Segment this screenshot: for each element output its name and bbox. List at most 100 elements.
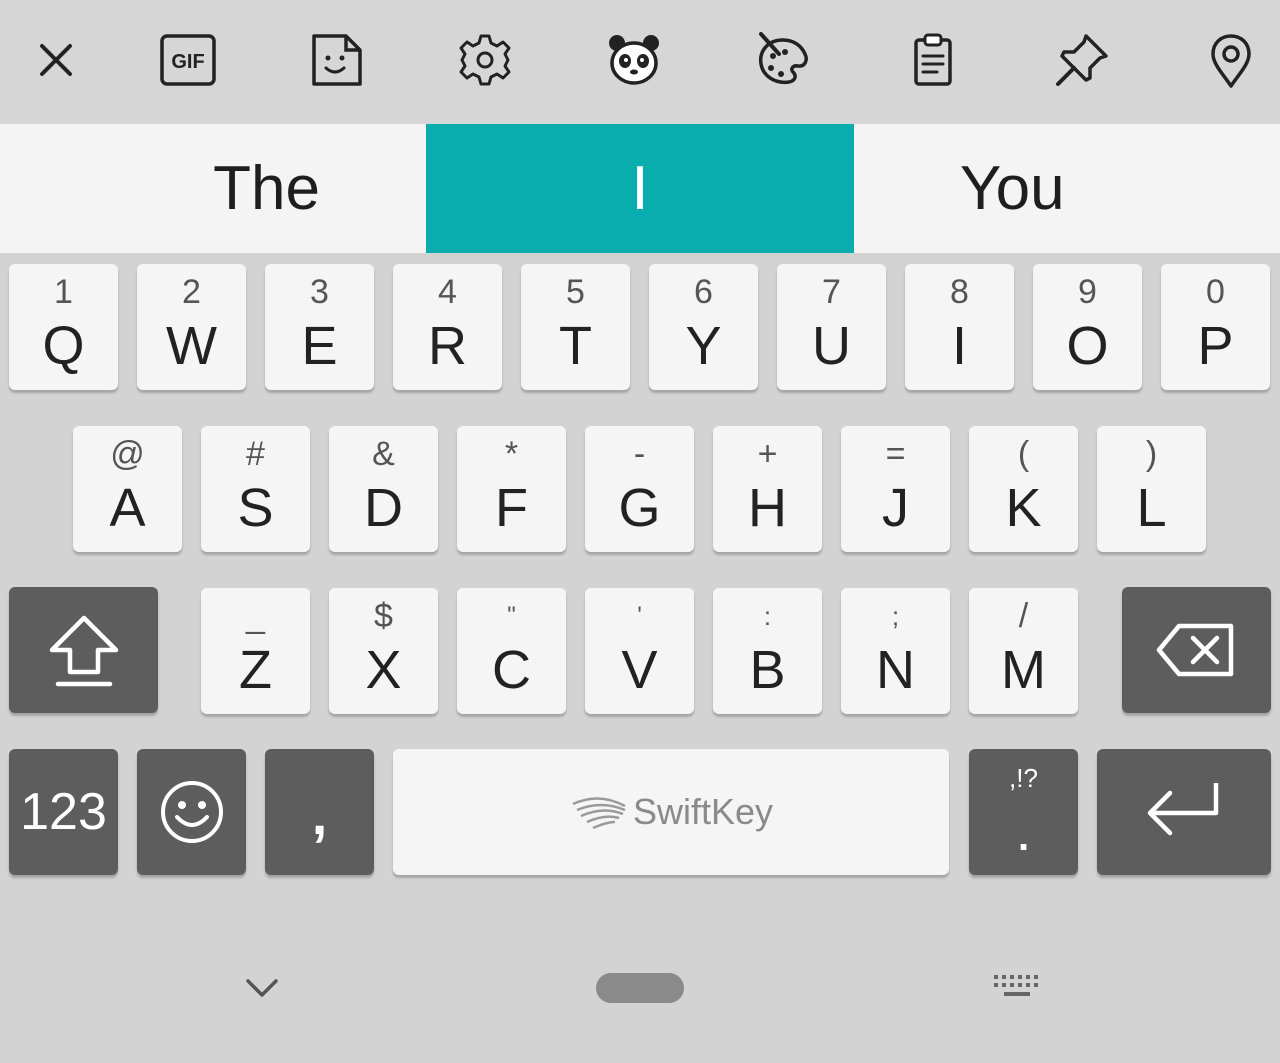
home-pill-button[interactable] — [596, 972, 684, 1004]
chevron-down-icon — [246, 979, 278, 997]
panda-button[interactable] — [596, 22, 672, 98]
key-f[interactable]: * F — [457, 426, 566, 552]
backspace-key[interactable] — [1122, 587, 1271, 713]
key-c[interactable]: " C — [457, 588, 566, 714]
key-w[interactable]: 2W — [137, 264, 246, 390]
settings-gear-icon — [459, 34, 511, 86]
key-label: Q — [42, 316, 85, 376]
shift-icon — [49, 615, 118, 687]
suggestion-center[interactable]: I — [426, 124, 854, 253]
key-v[interactable]: ' V — [585, 588, 694, 714]
punctuation-key[interactable]: ,!? . — [969, 749, 1078, 875]
space-key[interactable]: SwiftKey — [393, 749, 949, 875]
key-j[interactable]: = J — [841, 426, 950, 552]
key-label: T — [559, 316, 592, 376]
panda-icon — [609, 35, 659, 85]
key-q[interactable]: 1Q — [9, 264, 118, 390]
key-label: E — [301, 316, 338, 376]
key-label: D — [364, 478, 403, 538]
key-x[interactable]: $ X — [329, 588, 438, 714]
key-t[interactable]: 5T — [521, 264, 630, 390]
suggestion-right[interactable]: You — [854, 124, 1280, 253]
key-z[interactable]: _ Z — [201, 588, 310, 714]
clipboard-button[interactable] — [895, 22, 971, 98]
key-s[interactable]: # S — [201, 426, 310, 552]
key-h[interactable]: + H — [713, 426, 822, 552]
key-d[interactable]: & D — [329, 426, 438, 552]
key-label: C — [492, 640, 531, 700]
key-hint: + — [757, 435, 778, 473]
settings-button[interactable] — [447, 22, 523, 98]
key-m[interactable]: / M — [969, 588, 1078, 714]
key-label: N — [876, 640, 915, 700]
key-u[interactable]: 7U — [777, 264, 886, 390]
key-l[interactable]: ) L — [1097, 426, 1206, 552]
suggestion-left[interactable]: The — [0, 124, 426, 253]
key-label: A — [109, 478, 146, 538]
keyboard-icon — [994, 975, 1038, 996]
key-r[interactable]: 4R — [393, 264, 502, 390]
navigation-bar — [0, 930, 1280, 1063]
key-hint: 8 — [950, 273, 969, 311]
key-a[interactable]: @ A — [73, 426, 182, 552]
gif-button[interactable]: GIF — [150, 22, 226, 98]
themes-button[interactable] — [745, 22, 821, 98]
key-label: H — [748, 478, 787, 538]
key-label: R — [428, 316, 467, 376]
key-label: W — [166, 316, 217, 376]
key-hint: : — [763, 601, 772, 631]
comma-key-label: , — [311, 783, 328, 846]
enter-return-icon — [1147, 783, 1219, 836]
sticker-button[interactable] — [298, 22, 374, 98]
keyboard-toolbar: GIF — [0, 0, 1280, 124]
key-hint: 2 — [182, 273, 201, 311]
key-hint: * — [504, 435, 519, 473]
key-i[interactable]: 8I — [905, 264, 1014, 390]
key-k[interactable]: (K — [969, 426, 1078, 552]
key-hint: # — [246, 435, 265, 473]
suggestion-bar: The I You — [0, 124, 1280, 253]
key-label: U — [812, 316, 851, 376]
key-hint: & — [372, 435, 395, 473]
suggestion-left-text: The — [213, 154, 320, 223]
key-hint: ; — [891, 601, 900, 631]
shift-key[interactable] — [9, 587, 158, 713]
key-hint: - — [633, 435, 646, 473]
numbers-key-label: 123 — [20, 783, 107, 841]
key-y[interactable]: 6Y — [649, 264, 758, 390]
gif-icon: GIF — [160, 34, 216, 86]
keyboard-switch-button[interactable] — [990, 968, 1044, 1004]
key-hint: 5 — [566, 273, 585, 311]
key-n[interactable]: ; N — [841, 588, 950, 714]
key-o[interactable]: 9O — [1033, 264, 1142, 390]
key-label: B — [749, 640, 786, 700]
sticker-icon — [312, 34, 362, 86]
comma-key[interactable]: , — [265, 749, 374, 875]
swiftkey-logo-icon — [572, 797, 626, 830]
theme-palette-icon — [758, 32, 808, 85]
enter-key[interactable] — [1097, 749, 1271, 875]
swiftkey-brand-label: SwiftKey — [632, 791, 774, 832]
emoji-key[interactable] — [137, 749, 246, 875]
location-button[interactable] — [1193, 22, 1269, 98]
key-hint: @ — [110, 435, 145, 473]
key-hint: $ — [374, 597, 393, 635]
punctuation-hint: ,!? — [1009, 763, 1038, 793]
key-e[interactable]: 3E — [265, 264, 374, 390]
key-hint: " — [507, 602, 516, 629]
gif-label: GIF — [171, 51, 204, 73]
key-hint: ( — [1017, 435, 1030, 473]
backspace-icon — [1156, 623, 1233, 677]
key-p[interactable]: 0P — [1161, 264, 1270, 390]
suggestion-right-text: You — [960, 154, 1065, 223]
numbers-key[interactable]: 123 — [9, 749, 118, 875]
hide-keyboard-button[interactable] — [232, 966, 292, 1010]
key-label: K — [1005, 478, 1042, 538]
key-g[interactable]: -G — [585, 426, 694, 552]
key-label: Z — [239, 640, 272, 700]
key-label: L — [1136, 478, 1167, 538]
key-b[interactable]: :B — [713, 588, 822, 714]
pin-button[interactable] — [1044, 22, 1120, 98]
close-button[interactable] — [18, 22, 94, 98]
key-label: V — [621, 640, 658, 700]
